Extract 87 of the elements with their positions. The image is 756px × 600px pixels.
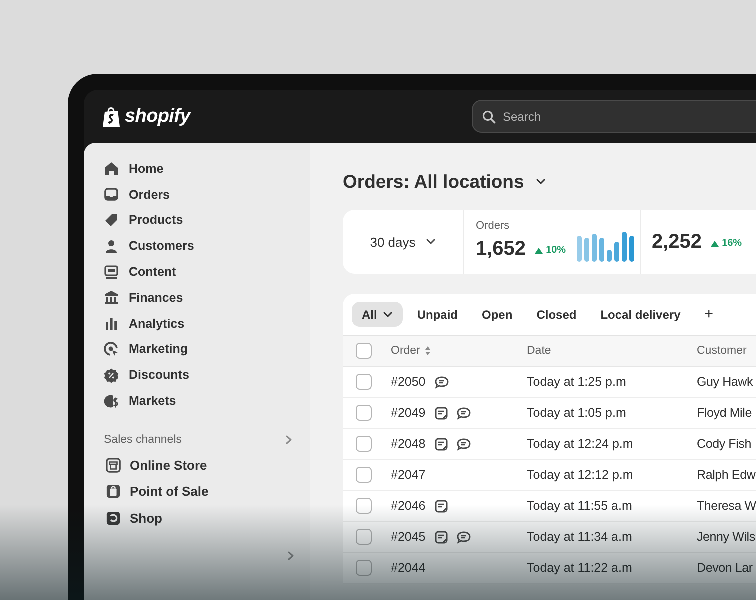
sidebar-item[interactable]: Home [104,156,164,182]
table-cell: Cody Fish [697,437,752,451]
add-tab-button[interactable]: + [694,306,724,323]
sidebar-item[interactable]: Content [104,259,176,285]
metric-value: 2,252 [652,230,702,255]
section-heading: Sales channels [104,434,182,446]
table-row[interactable]: #2047 Today at 12:12 p.m Ralph Edw [343,460,756,491]
sidebar-item[interactable]: Orders [104,182,170,208]
order-number: #2050 [391,375,426,389]
filter-tab[interactable]: Local delivery [590,302,691,327]
filter-tab[interactable]: Open [472,302,523,327]
date-range-button[interactable]: 30 days [343,210,464,274]
order-number: #2047 [391,468,426,482]
metric-change: 16% [722,238,742,249]
order-number: #2049 [391,406,426,420]
order-number: #2048 [391,437,426,451]
row-checkbox[interactable] [356,467,372,483]
storefront-icon [106,458,121,473]
table-cell: Ralph Edw [697,468,756,482]
sidebar-item[interactable]: Analytics [104,310,185,337]
sort-arrows-icon [425,346,432,356]
column-header: Customer [697,345,747,357]
sidebar-item[interactable]: Finances [104,284,184,311]
metric-change: 10% [546,245,566,256]
table-cell: Floyd Mile [697,406,752,420]
metric-label: Orders [476,220,511,232]
table-cell: Jenny Wils [697,530,756,544]
table-cell: Today at 12:24 p.m [527,437,634,451]
shopping-bag-icon [106,484,121,500]
order-number: #2045 [391,530,426,544]
chevron-right-icon [284,434,294,445]
chevron-down-icon [383,310,394,320]
up-triangle-icon [535,248,544,254]
person-icon [104,238,119,254]
table-row[interactable]: #2048 Today at 12:24 p.m Cody Fish [343,429,756,460]
sidebar-item[interactable]: Online Store [104,452,208,478]
discount-badge-icon [104,368,119,383]
sidebar-item[interactable]: Markets [104,388,176,414]
table-cell: Today at 11:22 a.m [527,561,632,575]
order-number: #2044 [391,561,426,575]
tray-icon [104,187,119,202]
select-all-checkbox[interactable] [356,343,372,359]
table-cell: Today at 1:25 p.m [527,375,626,389]
column-header: Order [391,345,420,357]
table-cell: Today at 11:55 a.m [527,499,632,513]
table-cell: Today at 1:05 p.m [527,406,626,420]
table-row[interactable]: #2049 Today at 1:05 p.m Floyd Mile [343,398,756,429]
row-checkbox[interactable] [356,529,372,545]
shop-app-icon [106,510,121,526]
sidebar-item[interactable]: Discounts [104,362,190,388]
home-icon [104,161,119,176]
column-header: Date [527,345,552,357]
shopping-bag-logo-icon [102,106,121,128]
chevron-down-icon [426,237,436,247]
page-title: Orders: All locations [343,171,524,193]
sidebar-item[interactable]: Marketing [104,336,188,362]
chevron-right-icon [286,551,296,562]
logo-wordmark: shopify [125,106,190,128]
row-checkbox[interactable] [356,436,372,452]
table-cell: Theresa W [697,499,756,513]
bank-icon [104,290,119,306]
filter-tab[interactable]: Unpaid [407,302,468,327]
target-cursor-icon [104,342,119,357]
sidebar-item[interactable]: Customers [104,233,194,260]
table-cell: Devon Lar [697,561,753,575]
table-cell: Today at 11:34 a.m [527,530,632,544]
table-row[interactable]: #2050 Today at 1:25 p.m Guy Hawk [343,367,756,398]
metric-value: 1,652 [476,237,526,262]
chevron-down-icon [536,177,546,187]
row-checkbox[interactable] [356,560,372,576]
filter-tab[interactable]: All [352,302,404,327]
row-checkbox[interactable] [356,405,372,421]
order-number: #2046 [391,499,426,513]
sidebar-item[interactable]: Products [104,208,184,234]
table-cell: Guy Hawk [697,375,754,389]
monitor-icon [104,264,119,280]
bar-chart-icon [104,316,119,332]
tag-icon [104,212,119,228]
sidebar-item[interactable]: Point of Sale [104,478,209,505]
globe-dollar-icon [104,394,119,409]
up-triangle-icon [711,240,720,246]
table-cell: Today at 12:12 p.m [527,468,634,482]
row-checkbox[interactable] [356,498,372,514]
filter-tab[interactable]: Closed [526,302,587,327]
sparkline-bars-drawing [577,232,636,262]
row-checkbox[interactable] [356,374,372,390]
search-field[interactable]: Search [472,100,756,133]
